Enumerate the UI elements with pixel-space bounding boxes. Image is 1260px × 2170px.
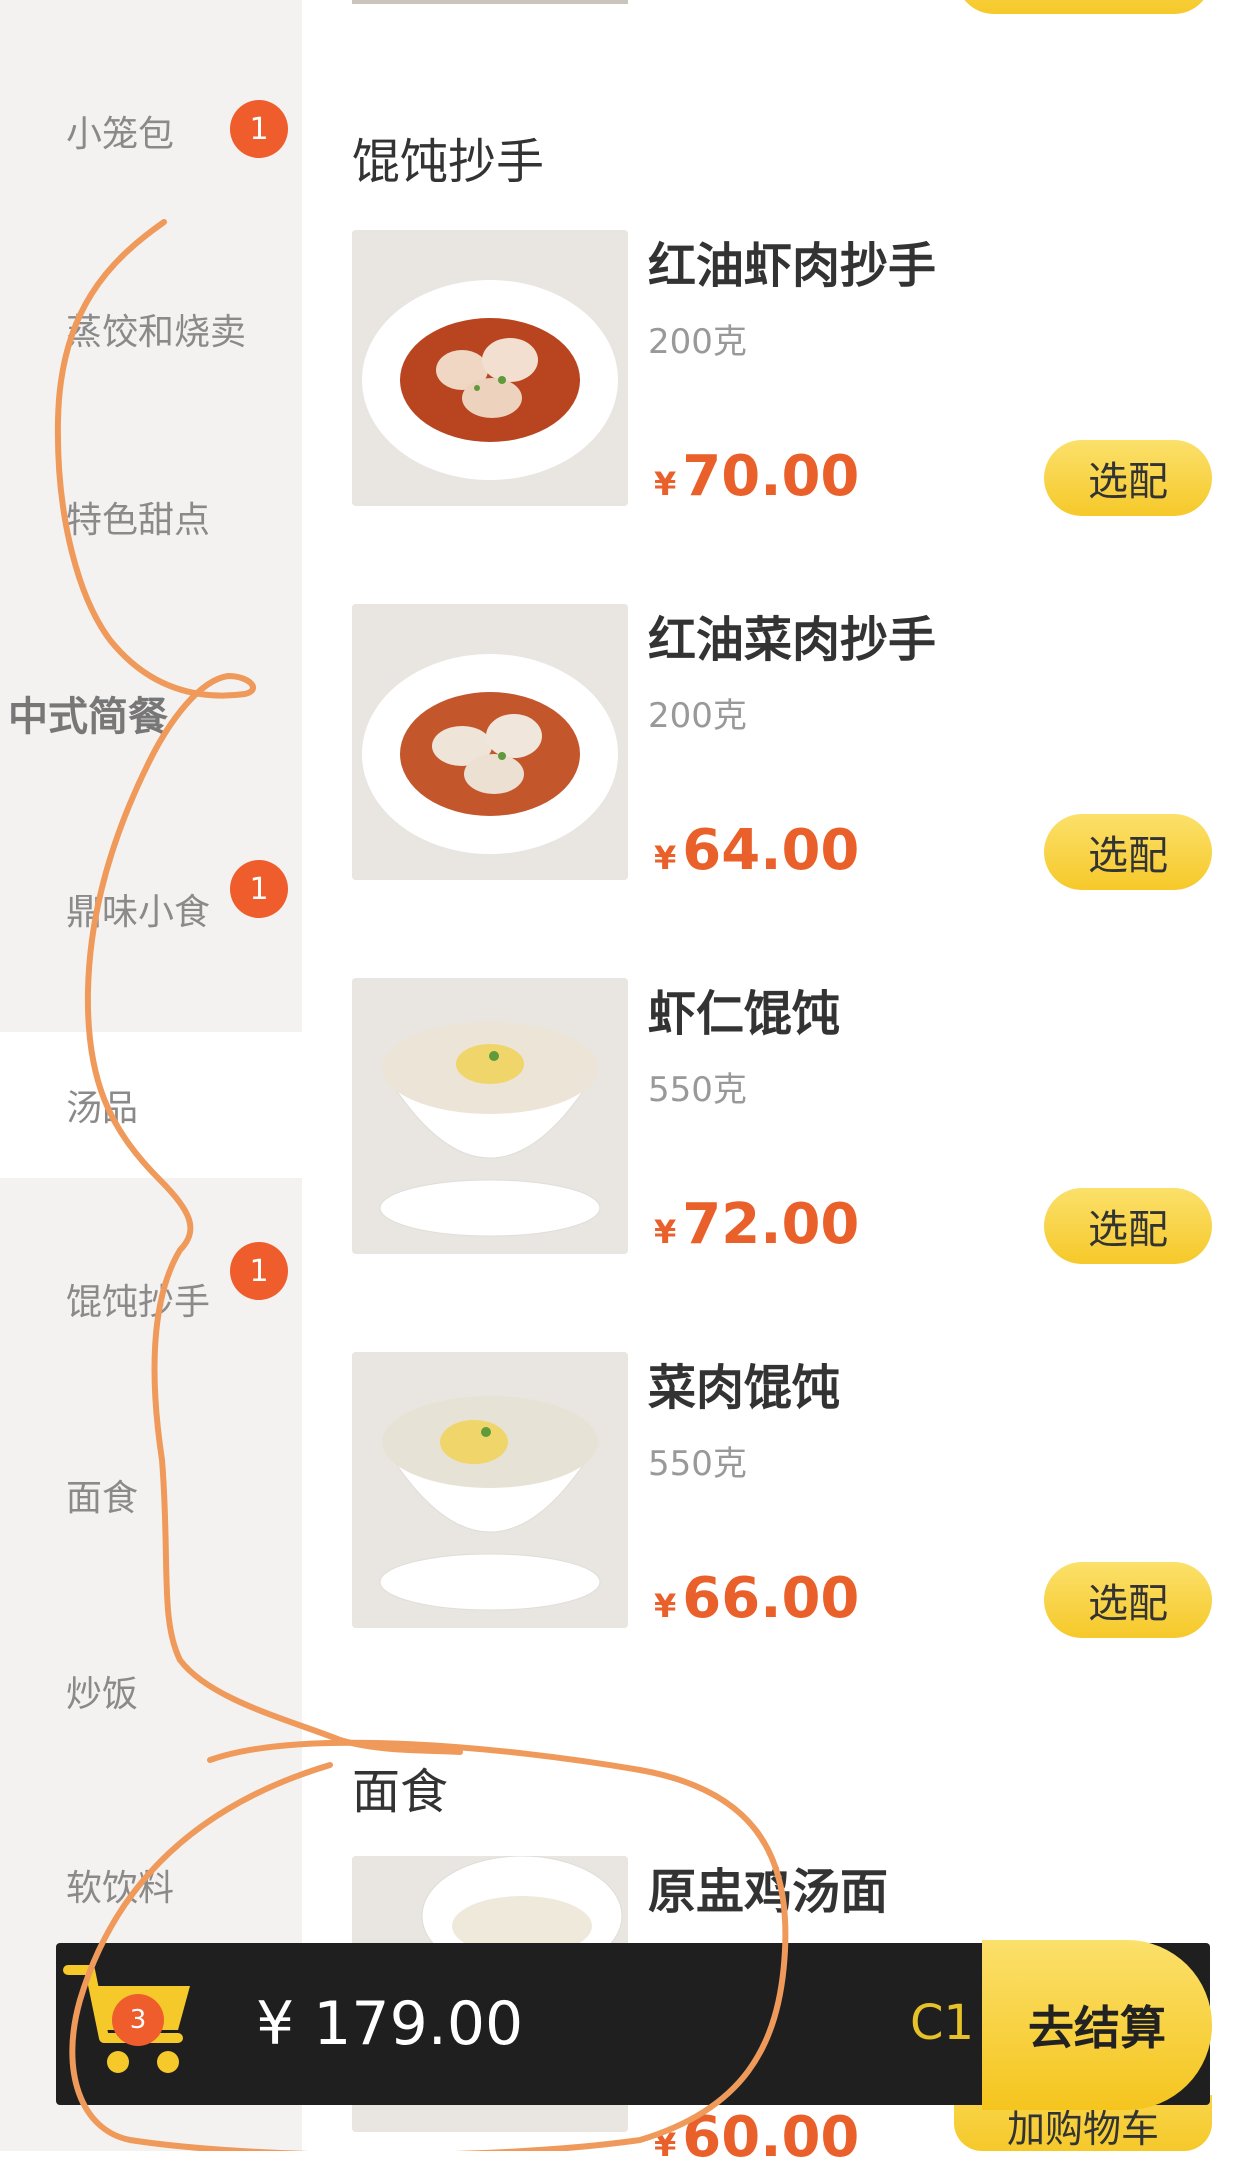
checkout-button[interactable]: 去结算 [982,1940,1212,2110]
previous-item-button[interactable] [956,0,1212,14]
sidebar-item-label: 面食 [66,1478,139,1519]
dish-price: ¥66.00 [654,1566,859,1631]
sidebar-item-label: 鼎味小食 [66,892,211,933]
cart-count-badge: 3 [112,1994,164,2046]
dish-weight: 550克 [648,1070,747,1110]
currency-symbol: ¥ [654,1587,677,1625]
previous-item-image [352,0,628,4]
dish-name: 菜肉馄饨 [648,1360,841,1416]
currency-symbol: ¥ [654,1213,677,1251]
dish-name: 红油菜肉抄手 [648,612,937,668]
dish-name: 虾仁馄饨 [648,986,841,1042]
price-value: 60.00 [682,2105,860,2170]
dish-name: 原盅鸡汤面 [648,1864,889,1920]
price-value: 70.00 [682,444,860,509]
choose-options-button[interactable]: 选配 [1044,440,1212,516]
sidebar-item-fried-rice[interactable]: 炒饭 [0,1618,302,1764]
sidebar-item-label: 馄饨抄手 [66,1282,211,1323]
dish-price: ¥70.00 [654,444,859,509]
cart-total: ¥ 179.00 [256,1989,524,2059]
category-sidebar: 小笼包 1 蒸饺和烧卖 特色甜点 中式简餐 鼎味小食 1 汤品 馄饨抄手 1 面… [0,0,302,2151]
dish-price: ¥60.00 [654,2105,859,2170]
sidebar-item-soft-drinks[interactable]: 软饮料 [0,1812,302,1958]
sidebar-item-label: 汤品 [66,1088,139,1129]
currency-symbol: ¥ [654,2126,677,2164]
choose-options-button[interactable]: 选配 [1044,1188,1212,1264]
dish-name: 红油虾肉抄手 [648,238,937,294]
dish-image[interactable] [352,604,628,880]
sidebar-item-label: 中式简餐 [8,694,168,740]
currency-symbol: ¥ [654,465,677,503]
sidebar-item-xiaolongbao[interactable]: 小笼包 1 [0,58,302,204]
table-code: C1 [910,1995,975,2051]
count-badge: 1 [230,1242,288,1300]
dish-weight: 200克 [648,322,747,362]
choose-options-button[interactable]: 选配 [1044,814,1212,890]
section-title: 馄饨抄手 [352,134,545,190]
price-value: 66.00 [682,1566,860,1631]
dish-weight: 200克 [648,696,747,736]
sidebar-item-label: 蒸饺和烧卖 [66,312,247,353]
dish-image[interactable] [352,978,628,1254]
sidebar-item-noodles[interactable]: 面食 [0,1422,302,1568]
sidebar-group-header[interactable]: 中式简餐 [0,640,302,786]
count-badge: 1 [230,860,288,918]
price-value: 72.00 [682,1192,860,1257]
dish-image[interactable] [352,1352,628,1628]
add-to-cart-label: 加购物车 [1006,2107,1159,2151]
count-badge: 1 [230,100,288,158]
dish-price: ¥72.00 [654,1192,859,1257]
price-value: 64.00 [682,818,860,883]
currency-symbol: ¥ [654,839,677,877]
choose-options-button[interactable]: 选配 [1044,1562,1212,1638]
sidebar-item-label: 特色甜点 [66,500,211,541]
sidebar-item-label: 软饮料 [66,1868,175,1909]
dish-price: ¥64.00 [654,818,859,883]
dish-weight: 550克 [648,1444,747,1484]
dish-image[interactable] [352,230,628,506]
sidebar-item-dumplings[interactable]: 蒸饺和烧卖 [0,256,302,402]
sidebar-item-soup[interactable]: 汤品 [0,1032,302,1178]
sidebar-item-desserts[interactable]: 特色甜点 [0,444,302,590]
section-title: 面食 [352,1764,449,1820]
sidebar-item-wontons[interactable]: 馄饨抄手 1 [0,1226,302,1372]
sidebar-item-label: 炒饭 [66,1674,139,1715]
sidebar-item-snacks[interactable]: 鼎味小食 1 [0,836,302,982]
sidebar-item-label: 小笼包 [66,114,175,155]
